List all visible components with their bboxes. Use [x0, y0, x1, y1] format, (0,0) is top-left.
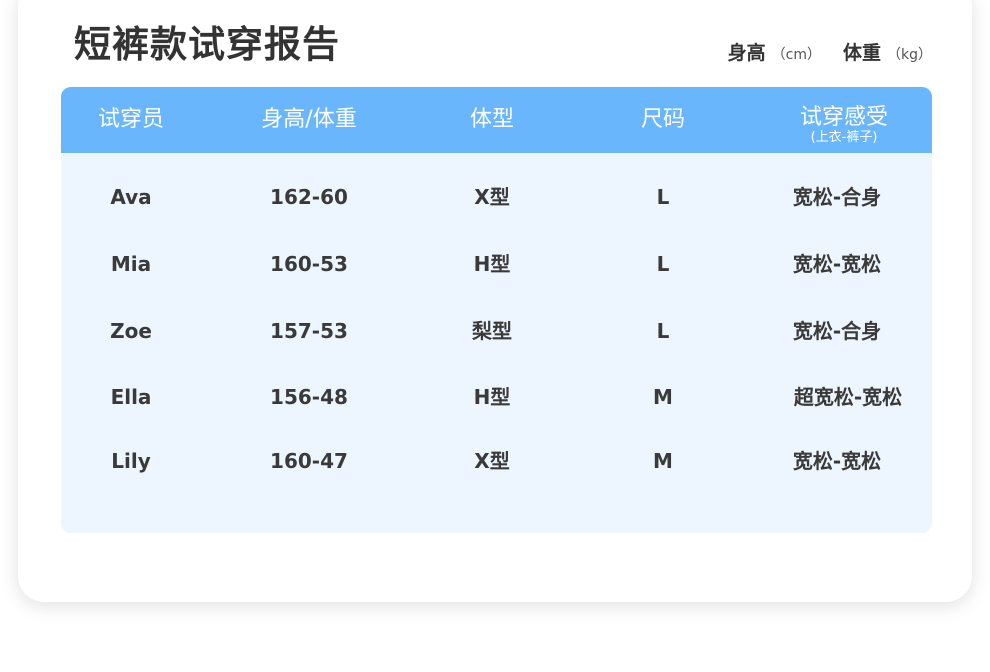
cell-height-weight: 162-60: [270, 185, 348, 209]
header-feel-sub: (上衣-裤子): [810, 130, 878, 145]
fitting-table: 试穿员 身高/体重 体型 尺码 试穿感受 (上衣-裤子) Ava 162-60 …: [61, 87, 932, 533]
cell-feel: 宽松-宽松: [792, 449, 882, 473]
cell-body-type: H型: [473, 385, 511, 409]
header-feel: 试穿感受 (上衣-裤子): [800, 87, 888, 153]
weight-unit: （kg）: [887, 47, 932, 63]
cell-size: M: [653, 385, 673, 409]
cell-size: L: [656, 252, 670, 276]
cell-height-weight: 160-47: [270, 449, 348, 473]
table-row: Lily 160-47 X型 M 宽松-宽松: [61, 441, 932, 481]
header-tester: 试穿员: [97, 107, 165, 132]
cell-body-type: H型: [473, 252, 511, 276]
cell-tester: Lily: [111, 449, 151, 473]
height-label: 身高: [727, 42, 766, 64]
table-row: Mia 160-53 H型 L 宽松-宽松: [61, 244, 932, 284]
cell-tester: Ella: [110, 385, 152, 409]
cell-feel: 超宽松-宽松: [793, 385, 903, 409]
cell-feel: 宽松-合身: [792, 319, 882, 343]
table-row: Ella 156-48 H型 M 超宽松-宽松: [61, 377, 932, 417]
height-unit: （cm）: [771, 47, 821, 63]
header-size: 尺码: [640, 107, 686, 132]
cell-height-weight: 160-53: [270, 252, 348, 276]
cell-size: M: [653, 449, 673, 473]
cell-height-weight: 156-48: [270, 385, 348, 409]
header-height-weight: 身高/体重: [261, 107, 357, 132]
cell-tester: Zoe: [110, 319, 152, 343]
cell-body-type: X型: [474, 449, 510, 473]
cell-body-type: X型: [474, 185, 510, 209]
table-row: Zoe 157-53 梨型 L 宽松-合身: [61, 311, 932, 351]
cell-size: L: [656, 185, 670, 209]
cell-tester: Ava: [110, 185, 152, 209]
weight-label: 体重: [842, 42, 881, 64]
table-row: Ava 162-60 X型 L 宽松-合身: [61, 177, 932, 217]
header-feel-label: 试穿感受: [799, 105, 889, 130]
cell-feel: 宽松-合身: [792, 185, 882, 209]
page-title: 短裤款试穿报告: [74, 23, 340, 66]
cell-height-weight: 157-53: [270, 319, 348, 343]
header-body-type: 体型: [469, 107, 515, 132]
cell-tester: Mia: [110, 252, 152, 276]
cell-size: L: [656, 319, 670, 343]
table-header: 试穿员 身高/体重 体型 尺码 试穿感受 (上衣-裤子): [61, 87, 932, 153]
units-legend: 身高 （cm） 体重 （kg）: [728, 38, 932, 65]
cell-feel: 宽松-宽松: [792, 252, 882, 276]
cell-body-type: 梨型: [472, 319, 512, 343]
